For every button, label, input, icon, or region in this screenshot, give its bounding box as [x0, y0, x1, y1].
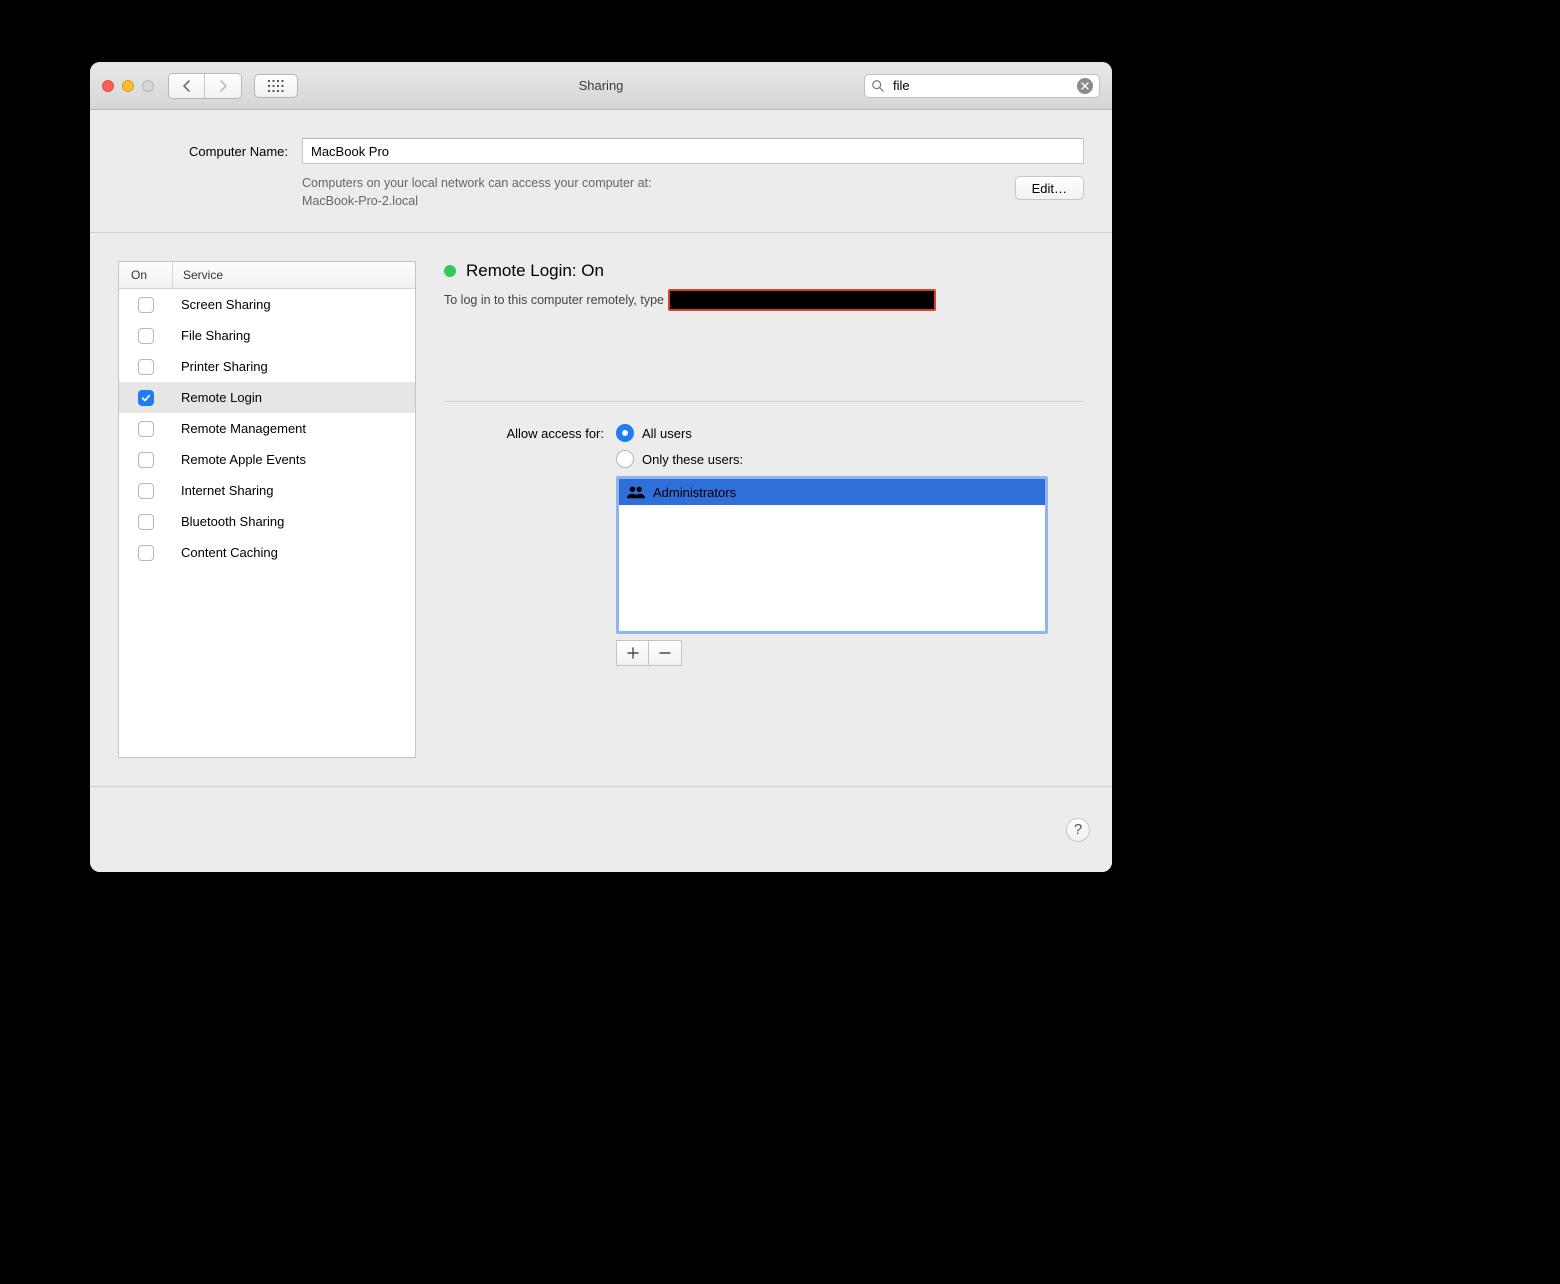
services-header-service[interactable]: Service — [173, 262, 415, 288]
service-checkbox[interactable] — [138, 390, 154, 406]
service-row[interactable]: Printer Sharing — [119, 351, 415, 382]
service-row[interactable]: Internet Sharing — [119, 475, 415, 506]
service-checkbox[interactable] — [138, 545, 154, 561]
search-icon — [871, 79, 885, 93]
service-checkbox[interactable] — [138, 328, 154, 344]
computer-name-label: Computer Name: — [118, 144, 288, 159]
service-name: Bluetooth Sharing — [173, 514, 415, 529]
add-user-button[interactable] — [617, 641, 649, 665]
access-label: Allow access for: — [444, 424, 604, 441]
redacted-ssh-command — [668, 289, 936, 311]
service-name: Content Caching — [173, 545, 415, 560]
service-row[interactable]: Remote Apple Events — [119, 444, 415, 475]
zoom-window-button[interactable] — [142, 80, 154, 92]
search-input[interactable] — [891, 77, 1071, 94]
titlebar: Sharing — [90, 62, 1112, 110]
back-button[interactable] — [169, 74, 205, 98]
user-name: Administrators — [653, 485, 736, 500]
radio-all-users[interactable]: All users — [616, 424, 1084, 442]
radio-all-users-label: All users — [642, 426, 692, 441]
chevron-right-icon — [217, 80, 229, 92]
users-icon — [627, 485, 645, 499]
radio-only-users-input[interactable] — [616, 450, 634, 468]
search-field[interactable] — [864, 74, 1100, 98]
preferences-window: Sharing Computer Name: Computers on your… — [90, 62, 1112, 872]
edit-button[interactable]: Edit… — [1015, 176, 1084, 200]
service-row[interactable]: Remote Login — [119, 382, 415, 413]
service-row[interactable]: Bluetooth Sharing — [119, 506, 415, 537]
grid-icon — [268, 80, 284, 92]
radio-all-users-input[interactable] — [616, 424, 634, 442]
status-description: To log in to this computer remotely, typ… — [444, 289, 1084, 311]
service-detail: Remote Login: On To log in to this compu… — [444, 261, 1084, 758]
footer: ? — [90, 786, 1112, 872]
check-icon — [141, 393, 151, 403]
nav-back-forward — [168, 73, 242, 99]
chevron-left-icon — [181, 80, 193, 92]
divider — [444, 401, 1084, 402]
service-name: Screen Sharing — [173, 297, 415, 312]
services-header: On Service — [119, 262, 415, 289]
service-name: Remote Apple Events — [173, 452, 415, 467]
remove-user-button[interactable] — [649, 641, 681, 665]
service-checkbox[interactable] — [138, 483, 154, 499]
user-add-remove — [616, 640, 682, 666]
services-header-on[interactable]: On — [119, 262, 173, 288]
minimize-window-button[interactable] — [122, 80, 134, 92]
main-content: On Service Screen Sharing File Sharing Pri… — [90, 233, 1112, 786]
service-checkbox[interactable] — [138, 297, 154, 313]
service-checkbox[interactable] — [138, 421, 154, 437]
service-name: Remote Management — [173, 421, 415, 436]
service-row[interactable]: Remote Management — [119, 413, 415, 444]
access-section: Allow access for: All users Only these u… — [444, 424, 1084, 666]
clear-search-button[interactable] — [1077, 78, 1093, 94]
window-controls — [102, 80, 154, 92]
service-name: Internet Sharing — [173, 483, 415, 498]
user-list[interactable]: Administrators — [616, 476, 1048, 634]
service-row[interactable]: Screen Sharing — [119, 289, 415, 320]
service-name: Printer Sharing — [173, 359, 415, 374]
service-checkbox[interactable] — [138, 359, 154, 375]
computer-name-input[interactable] — [302, 138, 1084, 164]
status-indicator-icon — [444, 265, 456, 277]
radio-only-users-label: Only these users: — [642, 452, 743, 467]
plus-icon — [627, 647, 639, 659]
computer-name-description: Computers on your local network can acce… — [302, 174, 1001, 210]
service-row[interactable]: Content Caching — [119, 537, 415, 568]
status-title: Remote Login: On — [466, 261, 604, 281]
service-row[interactable]: File Sharing — [119, 320, 415, 351]
radio-only-users[interactable]: Only these users: — [616, 450, 1084, 468]
forward-button[interactable] — [205, 74, 241, 98]
service-checkbox[interactable] — [138, 452, 154, 468]
close-window-button[interactable] — [102, 80, 114, 92]
service-name: Remote Login — [173, 390, 415, 405]
x-icon — [1081, 82, 1089, 90]
service-name: File Sharing — [173, 328, 415, 343]
service-checkbox[interactable] — [138, 514, 154, 530]
status-row: Remote Login: On — [444, 261, 1084, 281]
computer-name-section: Computer Name: Computers on your local n… — [90, 110, 1112, 233]
show-all-button[interactable] — [254, 74, 298, 98]
help-button[interactable]: ? — [1066, 818, 1090, 842]
services-table: On Service Screen Sharing File Sharing Pri… — [118, 261, 416, 758]
user-list-item[interactable]: Administrators — [619, 479, 1045, 505]
minus-icon — [659, 647, 671, 659]
